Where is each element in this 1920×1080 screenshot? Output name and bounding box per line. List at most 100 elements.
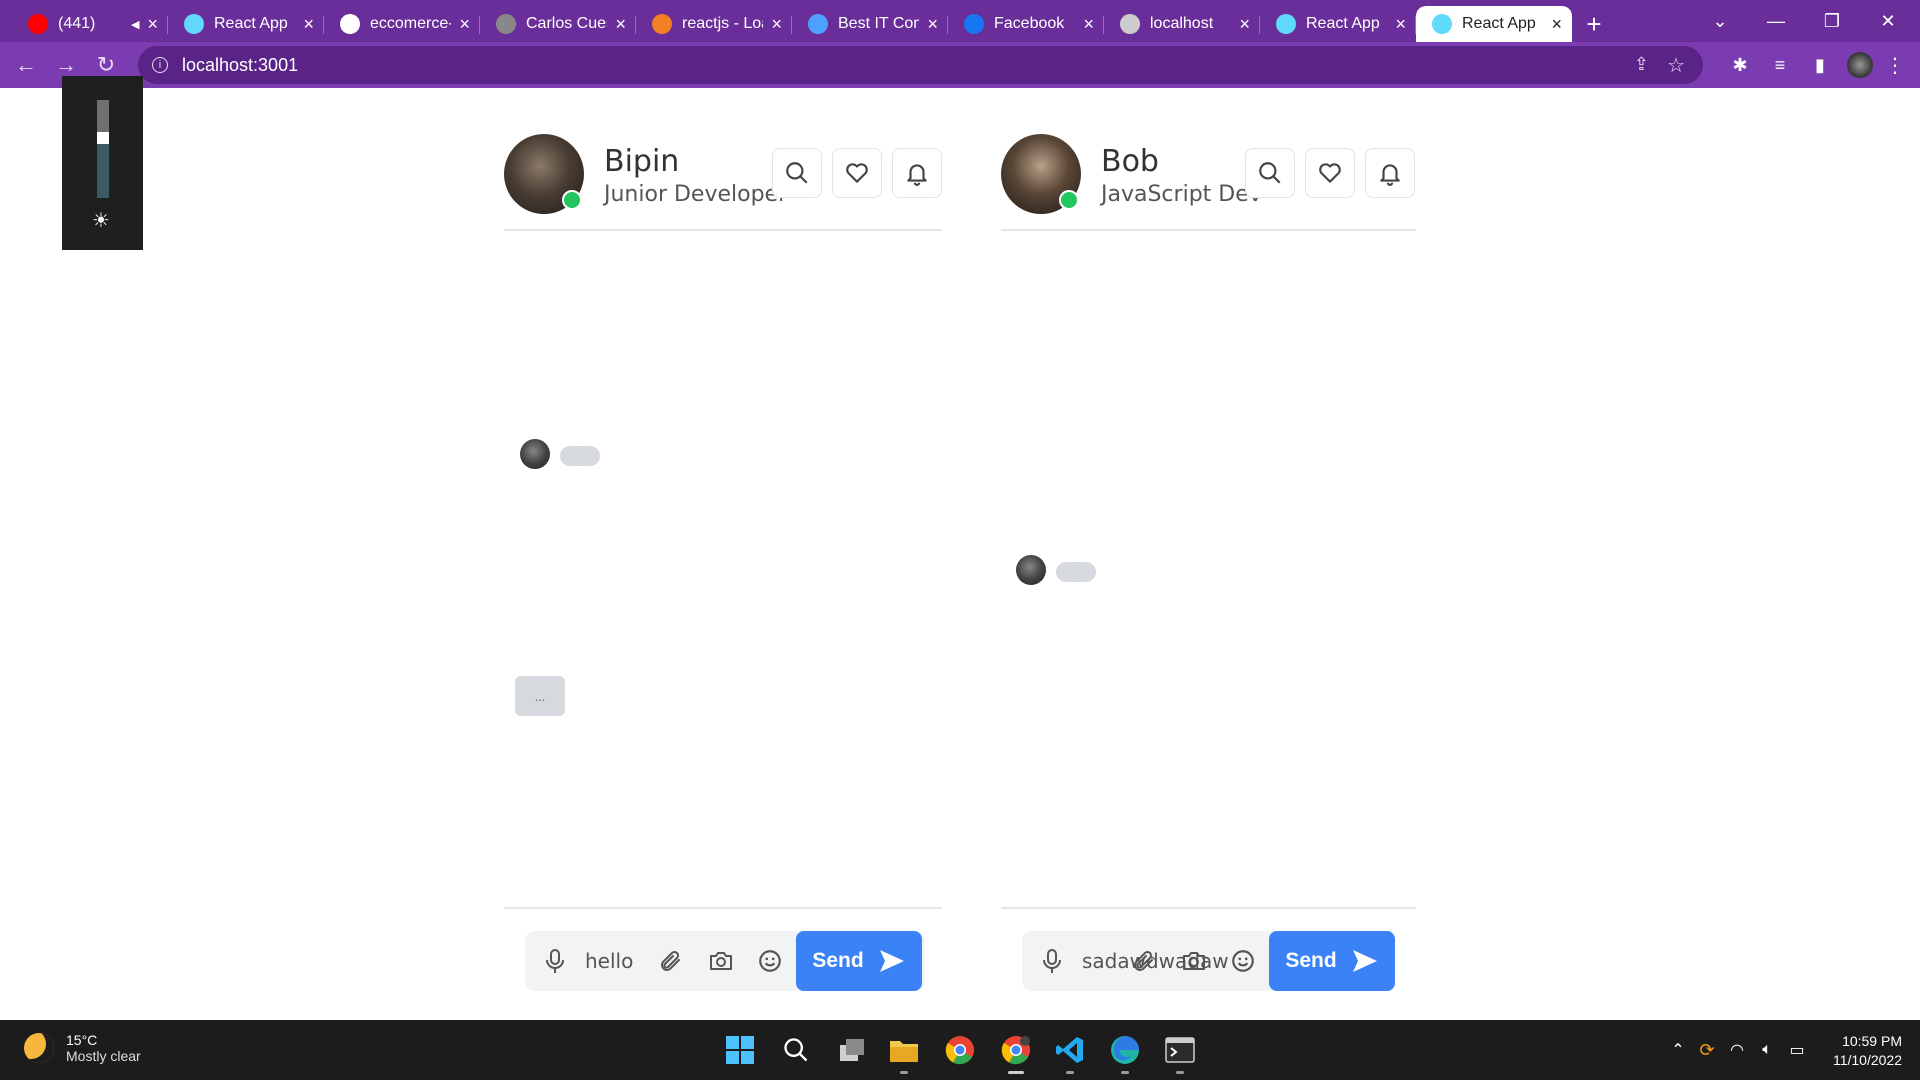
user-title: JavaScript Dev <box>1101 182 1262 207</box>
brightness-track-remaining <box>97 100 109 132</box>
vscode-icon <box>1056 1037 1083 1063</box>
close-tab-icon[interactable]: × <box>1239 15 1250 33</box>
running-indicator <box>1066 1071 1074 1074</box>
notifications-button[interactable] <box>1365 148 1415 198</box>
running-indicator <box>1176 1071 1184 1074</box>
share-icon[interactable]: ⇪ <box>1634 54 1649 75</box>
youtube-icon <box>28 14 48 34</box>
attachment-icon[interactable] <box>1130 947 1158 975</box>
close-tab-icon[interactable]: × <box>1083 15 1094 33</box>
close-tab-icon[interactable]: × <box>1551 15 1562 33</box>
microphone-icon[interactable] <box>541 947 569 975</box>
sync-icon[interactable]: ⟳ <box>1692 1040 1722 1061</box>
favorite-button[interactable] <box>1305 148 1355 198</box>
extensions-icon[interactable]: ✱ <box>1720 55 1760 76</box>
back-button[interactable]: ← <box>6 45 46 85</box>
taskbar-chrome[interactable] <box>940 1030 980 1070</box>
browser-tab[interactable]: reactjs - Loa × <box>636 6 792 42</box>
tab-title: React App <box>1306 15 1380 32</box>
message-input[interactable]: hello <box>585 949 633 973</box>
search-button[interactable] <box>772 148 822 198</box>
address-bar[interactable]: i localhost:3001 ⇪ ☆ <box>138 46 1703 84</box>
taskbar-edge[interactable] <box>1105 1030 1145 1074</box>
close-tab-icon[interactable]: × <box>615 15 626 33</box>
close-tab-icon[interactable]: × <box>459 15 470 33</box>
close-tab-icon[interactable]: × <box>927 15 938 33</box>
volume-icon[interactable]: 🔈︎ <box>1752 1041 1782 1059</box>
browser-tab[interactable]: React App × <box>168 6 324 42</box>
brightness-flyout: ☀ <box>62 76 143 250</box>
send-button[interactable]: Send <box>796 931 922 991</box>
minimize-button[interactable]: — <box>1748 0 1804 42</box>
taskbar-vscode[interactable] <box>1050 1030 1090 1074</box>
battery-icon[interactable]: ▭ <box>1782 1040 1812 1060</box>
camera-icon[interactable] <box>707 947 735 975</box>
weather-widget[interactable]: 15°C Mostly clear <box>24 1032 141 1064</box>
attachment-icon[interactable] <box>657 947 685 975</box>
browser-tab[interactable]: React App × <box>1416 6 1572 42</box>
task-view-icon <box>840 1039 864 1061</box>
site-info-icon[interactable]: i <box>152 57 168 73</box>
online-status-dot <box>562 190 582 210</box>
browser-tab[interactable]: eccomerce- × <box>324 6 480 42</box>
browser-toolbar: ← → ↻ i localhost:3001 ⇪ ☆ ✱ ≡ ▮ ⋮ <box>0 42 1920 88</box>
emoji-icon[interactable] <box>756 947 784 975</box>
microphone-icon[interactable] <box>1038 947 1066 975</box>
browser-tab[interactable]: Best IT Com × <box>792 6 948 42</box>
taskbar-chrome-profile[interactable] <box>996 1030 1036 1074</box>
close-tab-icon[interactable]: × <box>147 15 158 33</box>
close-tab-icon[interactable]: × <box>771 15 782 33</box>
tab-search-icon[interactable]: ⌄ <box>1692 0 1748 42</box>
browser-tab[interactable]: (441) ◀ × <box>12 6 168 42</box>
user-name: Bob <box>1101 144 1159 179</box>
restore-button[interactable]: ❐ <box>1804 0 1860 42</box>
browser-tab[interactable]: React App × <box>1260 6 1416 42</box>
media-control-icon[interactable]: ≡ <box>1760 55 1800 76</box>
browser-tab[interactable]: Facebook × <box>948 6 1104 42</box>
running-indicator <box>1121 1071 1129 1074</box>
stackoverflow-icon <box>652 14 672 34</box>
chrome-icon <box>945 1036 974 1065</box>
user-name: Bipin <box>604 144 680 179</box>
clock-date: 11/10/2022 <box>1832 1052 1902 1068</box>
wifi-icon[interactable]: ◠ <box>1722 1040 1752 1060</box>
windows-icon <box>726 1036 754 1064</box>
emoji-icon[interactable] <box>1229 947 1257 975</box>
tab-audio-icon[interactable]: ◀ <box>131 18 139 31</box>
notifications-button[interactable] <box>892 148 942 198</box>
clock[interactable]: 10:59 PM 11/10/2022 <box>1833 1032 1902 1070</box>
search-icon <box>1259 162 1281 184</box>
close-tab-icon[interactable]: × <box>1395 15 1406 33</box>
weather-moon-icon <box>24 1033 54 1063</box>
chat-footer: hello Send <box>504 907 942 1018</box>
tab-title: Facebook <box>994 15 1065 32</box>
task-view-button[interactable] <box>832 1030 872 1070</box>
facebook-icon <box>964 14 984 34</box>
side-panel-icon[interactable]: ▮ <box>1800 55 1840 76</box>
profile-avatar[interactable] <box>1847 52 1873 78</box>
clock-time: 10:59 PM <box>1842 1033 1902 1049</box>
chevron-up-icon[interactable]: ⌃ <box>1664 1040 1692 1060</box>
favorite-button[interactable] <box>832 148 882 198</box>
taskbar-search-button[interactable] <box>776 1030 816 1070</box>
weather-condition: Mostly clear <box>66 1048 141 1064</box>
browser-tab[interactable]: Carlos Cues × <box>480 6 636 42</box>
heart-icon <box>846 163 868 183</box>
edge-icon <box>1111 1036 1139 1064</box>
brightness-thumb[interactable] <box>97 132 109 144</box>
start-button[interactable] <box>720 1030 760 1070</box>
user-title: Junior Developer <box>604 182 788 207</box>
taskbar-terminal[interactable] <box>1160 1030 1200 1074</box>
camera-icon[interactable] <box>1180 947 1208 975</box>
typing-indicator: ... <box>515 676 565 716</box>
browser-tab[interactable]: localhost × <box>1104 6 1260 42</box>
taskbar-file-explorer[interactable] <box>884 1030 924 1074</box>
bookmark-star-icon[interactable]: ☆ <box>1667 53 1685 78</box>
profile-icon <box>496 14 516 34</box>
search-button[interactable] <box>1245 148 1295 198</box>
close-window-button[interactable]: ✕ <box>1860 0 1916 42</box>
new-tab-button[interactable]: + <box>1572 6 1616 42</box>
close-tab-icon[interactable]: × <box>303 15 314 33</box>
send-button[interactable]: Send <box>1269 931 1395 991</box>
menu-icon[interactable]: ⋮ <box>1880 53 1910 78</box>
